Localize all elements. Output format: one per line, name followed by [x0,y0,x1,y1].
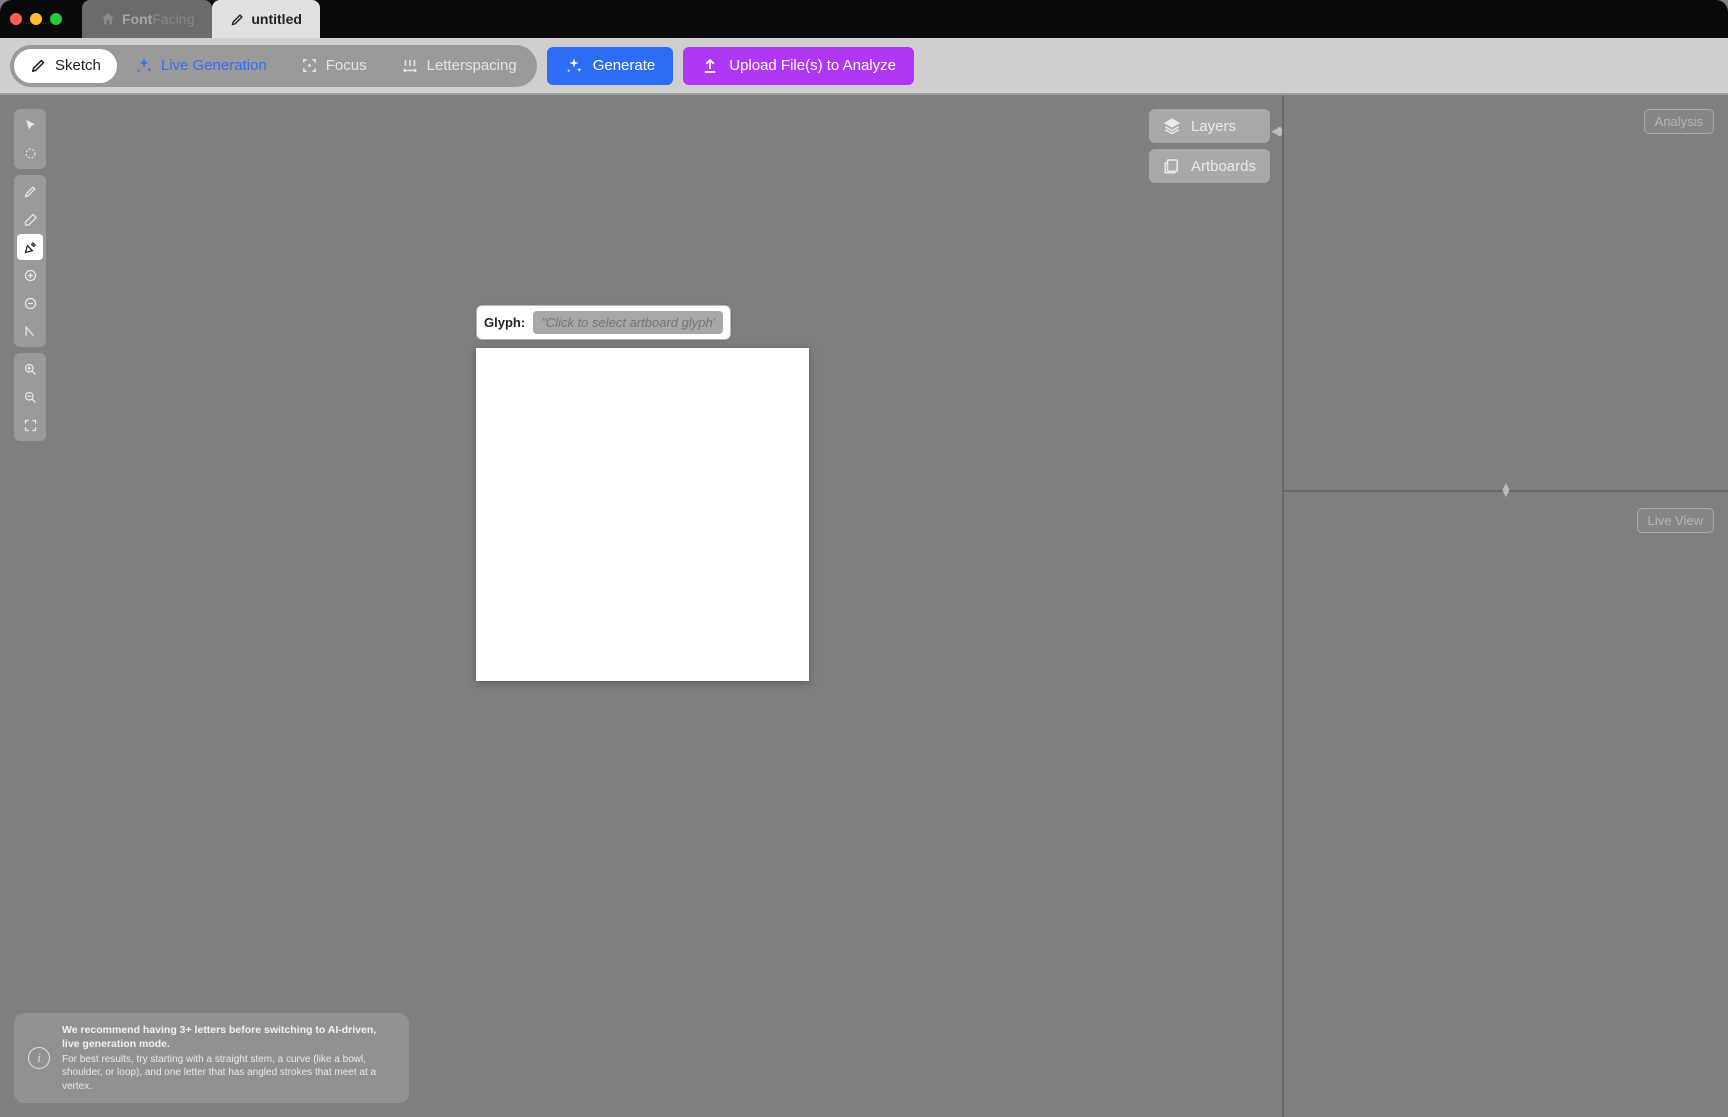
sparkles-icon [565,57,583,75]
pencil-icon [230,12,245,27]
tool-thinner[interactable] [17,290,43,316]
angle-icon [23,324,38,339]
tool-group-view [14,353,46,441]
artboard-canvas[interactable] [476,348,809,681]
letterspacing-icon [401,57,419,75]
tool-pencil[interactable] [17,178,43,204]
panel-layers-label: Layers [1191,118,1236,135]
tool-zoom-out[interactable] [17,384,43,410]
layers-icon [1163,117,1181,135]
mode-sketch-label: Sketch [55,57,101,74]
tab-bar: FontFacing untitled [82,0,320,38]
right-sidebar: Analysis ▲▼ Live View [1282,95,1728,1117]
panel-layers-button[interactable]: Layers [1149,109,1270,143]
mode-live-label: Live Generation [161,57,267,74]
glyph-input[interactable] [533,311,723,334]
tool-fit[interactable] [17,412,43,438]
canvas-area[interactable]: Glyph: Layers Artboards ◀▶ i We recommen… [0,95,1282,1117]
minimize-window-button[interactable] [30,13,42,25]
artboards-icon [1163,157,1181,175]
artboard-container: Glyph: [476,305,809,681]
tool-lasso[interactable] [17,140,43,166]
pencil-icon [30,57,47,74]
tool-zoom-in[interactable] [17,356,43,382]
upload-icon [701,57,719,75]
focus-icon [301,57,318,74]
pencil-icon [23,184,38,199]
upload-label: Upload File(s) to Analyze [729,57,896,74]
minus-circle-icon [23,296,38,311]
mode-live-generation[interactable]: Live Generation [119,49,283,83]
window-controls [10,13,62,25]
eraser-icon [23,212,38,227]
home-icon [100,11,116,27]
mode-sketch[interactable]: Sketch [14,49,117,83]
info-hint-text: We recommend having 3+ letters before sw… [62,1023,395,1093]
lasso-icon [23,146,38,161]
collapse-right-panel-handle[interactable]: ◀▶ [1271,123,1282,139]
toolbar: Sketch Live Generation Focus Letterspaci… [0,38,1728,95]
generate-label: Generate [593,57,656,74]
panel-toggles: Layers Artboards [1149,109,1270,183]
mode-letterspacing-label: Letterspacing [427,57,517,74]
upload-button[interactable]: Upload File(s) to Analyze [683,47,914,85]
expand-icon [23,418,38,433]
generate-button[interactable]: Generate [547,47,674,85]
tab-home[interactable]: FontFacing [82,0,212,38]
mode-group: Sketch Live Generation Focus Letterspaci… [10,45,537,87]
main-area: Glyph: Layers Artboards ◀▶ i We recommen… [0,95,1728,1117]
mode-focus-label: Focus [326,57,367,74]
mode-focus[interactable]: Focus [285,49,383,83]
tool-pen[interactable] [17,234,43,260]
info-icon: i [28,1047,50,1069]
tool-angle[interactable] [17,318,43,344]
info-hint-line2: For best results, try starting with a st… [62,1054,376,1092]
titlebar: FontFacing untitled [0,0,1728,38]
glyph-bar: Glyph: [476,305,731,340]
tool-group-select [14,109,46,169]
panel-artboards-button[interactable]: Artboards [1149,149,1270,183]
tab-untitled[interactable]: untitled [212,0,320,38]
pointer-icon [23,118,38,133]
zoom-out-icon [23,390,38,405]
analysis-panel-tag[interactable]: Analysis [1644,109,1714,134]
tool-thicker[interactable] [17,262,43,288]
info-hint-line1: We recommend having 3+ letters before sw… [62,1023,395,1051]
info-hint: i We recommend having 3+ letters before … [14,1013,409,1103]
tab-home-label: FontFacing [122,11,194,27]
close-window-button[interactable] [10,13,22,25]
plus-circle-icon [23,268,38,283]
maximize-window-button[interactable] [50,13,62,25]
mode-letterspacing[interactable]: Letterspacing [385,49,533,83]
tab-untitled-label: untitled [251,11,302,27]
tool-pointer[interactable] [17,112,43,138]
sparkles-icon [135,57,153,75]
sidebar-resize-handle[interactable]: ▲▼ [1500,483,1512,496]
zoom-in-icon [23,362,38,377]
liveview-panel-tag[interactable]: Live View [1637,508,1714,533]
tool-group-draw [14,175,46,347]
pen-icon [23,240,38,255]
panel-artboards-label: Artboards [1191,158,1256,175]
tool-sidebar [14,109,46,441]
tool-eraser[interactable] [17,206,43,232]
glyph-label: Glyph: [484,315,525,330]
